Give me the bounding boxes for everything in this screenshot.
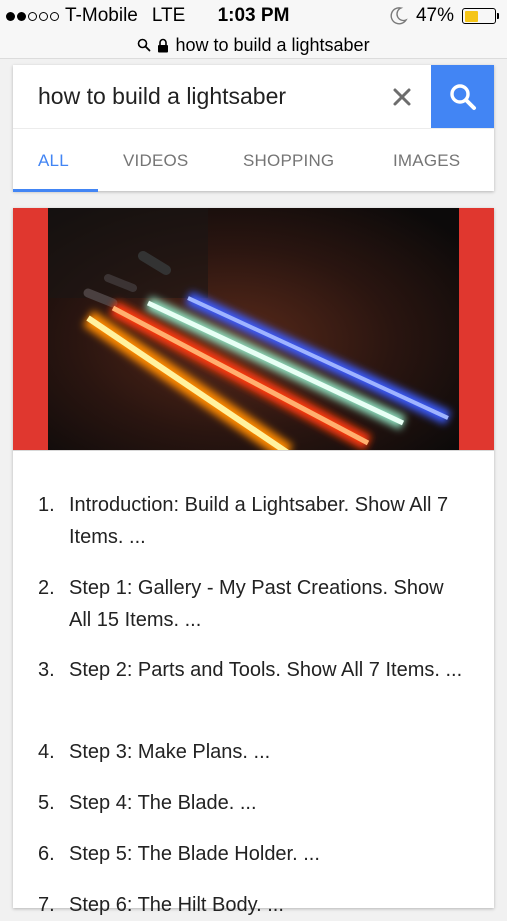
search-icon — [449, 83, 476, 110]
list-item-text: Step 6: The Hilt Body. ... — [69, 894, 284, 916]
list-item-text: Step 3: Make Plans. ... — [69, 741, 271, 763]
clear-search-button[interactable] — [388, 83, 416, 111]
url-bar[interactable]: how to build a lightsaber — [0, 32, 507, 59]
tab-shopping[interactable]: SHOPPING — [243, 151, 334, 171]
tab-all[interactable]: ALL — [38, 151, 69, 171]
search-tabs: ALL VIDEOS SHOPPING IMAGES — [13, 128, 494, 192]
result-card[interactable]: 1. Introduction: Build a Lightsaber. Sho… — [13, 208, 494, 916]
search-input[interactable]: how to build a lightsaber — [38, 83, 286, 110]
close-icon — [393, 88, 411, 106]
list-item-number: 6. — [38, 843, 55, 865]
lock-icon — [158, 38, 169, 52]
battery-percent: 47% — [415, 5, 454, 26]
search-button[interactable] — [431, 65, 494, 128]
list-item-number: 1. — [38, 494, 55, 516]
search-card: how to build a lightsaber ALL VIDEOS SHO… — [13, 65, 494, 192]
list-item-number: 7. — [38, 894, 55, 916]
tab-images[interactable]: IMAGES — [393, 151, 460, 171]
battery-icon — [462, 8, 499, 24]
active-tab-indicator — [13, 189, 98, 192]
url-text: how to build a lightsaber — [175, 34, 370, 55]
list-item-text: Step 5: The Blade Holder. ... — [69, 843, 320, 865]
status-bar: T-Mobile LTE 1:03 PM 47% — [0, 0, 507, 32]
tab-videos[interactable]: VIDEOS — [123, 151, 188, 171]
list-item-number: 5. — [38, 792, 55, 814]
list-item-text: Step 4: The Blade. ... — [69, 792, 257, 814]
step-list: 1. Introduction: Build a Lightsaber. Sho… — [13, 450, 494, 916]
list-item-number: 2. — [38, 577, 55, 599]
do-not-disturb-moon-icon — [390, 7, 408, 25]
list-item-text: Step 1: Gallery - My Past Creations. Sho… — [69, 577, 444, 631]
lightsabers-photo[interactable] — [48, 208, 459, 450]
search-row: how to build a lightsaber — [13, 65, 494, 128]
list-item-number: 3. — [38, 659, 55, 681]
list-item-text: Step 2: Parts and Tools. Show All 7 Item… — [69, 659, 463, 681]
status-right: 47% — [388, 5, 499, 27]
list-item-number: 4. — [38, 741, 55, 763]
search-icon — [138, 38, 151, 52]
result-image-frame[interactable] — [13, 208, 494, 450]
list-item-text: Introduction: Build a Lightsaber. Show A… — [69, 494, 449, 548]
